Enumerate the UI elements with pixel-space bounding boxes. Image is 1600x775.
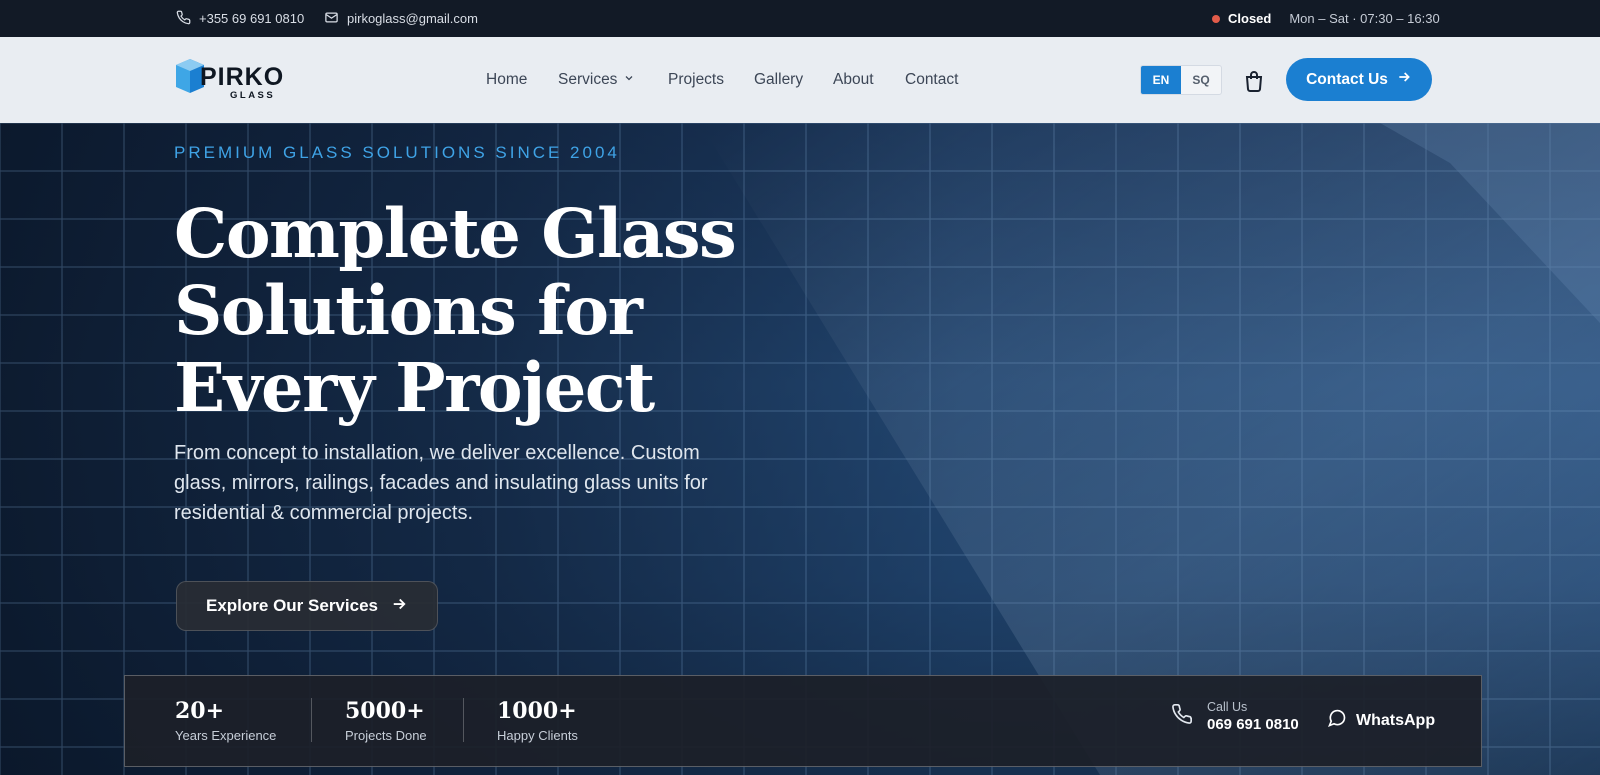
status-dot bbox=[1212, 14, 1220, 23]
whatsapp-icon bbox=[1327, 708, 1347, 733]
explore-services-label: Explore Our Services bbox=[206, 596, 378, 615]
nav-gallery-label: Gallery bbox=[754, 71, 804, 88]
stat-label: Years Experience bbox=[175, 728, 277, 743]
topbar-email-text: pirkoglass@gmail.com bbox=[347, 11, 478, 26]
contact-us-label: Contact Us bbox=[1306, 70, 1388, 88]
language-switcher: EN SQ bbox=[1140, 65, 1222, 95]
top-bar: +355 69 691 0810 pirkoglass@gmail.com Cl… bbox=[0, 0, 1600, 37]
lang-sq-button[interactable]: SQ bbox=[1181, 66, 1221, 94]
topbar-phone-text: +355 69 691 0810 bbox=[199, 11, 305, 26]
phone-icon bbox=[1171, 703, 1193, 730]
hero-title-line-3: Every Project bbox=[174, 348, 655, 427]
stat-value: 5000+ bbox=[345, 698, 425, 724]
stat-projects: 5000+ Projects Done bbox=[345, 698, 427, 743]
nav-services-label: Services bbox=[558, 71, 618, 88]
nav-about[interactable]: About bbox=[833, 71, 874, 89]
nav-home-label: Home bbox=[486, 71, 528, 88]
call-us-number: 069 691 0810 bbox=[1207, 716, 1299, 733]
nav-contact[interactable]: Contact bbox=[905, 71, 958, 89]
stat-experience: 20+ Years Experience bbox=[175, 698, 276, 743]
site-header: PIRKO GLASS Home Services Projects Galle… bbox=[0, 37, 1600, 123]
opening-hours: Mon – Sat · 07:30 – 16:30 bbox=[1289, 11, 1440, 26]
topbar-phone[interactable]: +355 69 691 0810 bbox=[176, 0, 304, 37]
whatsapp-link[interactable]: WhatsApp bbox=[1327, 708, 1435, 733]
chevron-down-icon bbox=[623, 71, 635, 89]
hero-title: Complete Glass Solutions for Every Proje… bbox=[174, 195, 794, 426]
call-us-label: Call Us bbox=[1207, 700, 1248, 714]
stat-value: 20+ bbox=[175, 698, 225, 724]
nav-home[interactable]: Home bbox=[486, 71, 527, 89]
stat-clients: 1000+ Happy Clients bbox=[497, 698, 578, 743]
stats-bar: 20+ Years Experience 5000+ Projects Done… bbox=[124, 675, 1482, 767]
call-us-link[interactable]: Call Us 069 691 0810 bbox=[1171, 700, 1299, 733]
hero-section: PREMIUM GLASS SOLUTIONS SINCE 2004 Compl… bbox=[0, 123, 1600, 775]
phone-icon bbox=[176, 10, 191, 28]
contact-us-button[interactable]: Contact Us bbox=[1286, 58, 1432, 101]
status-text: Closed bbox=[1228, 11, 1272, 26]
hero-eyebrow: PREMIUM GLASS SOLUTIONS SINCE 2004 bbox=[174, 143, 620, 162]
logo-subtitle: GLASS bbox=[230, 90, 275, 101]
nav-services[interactable]: Services bbox=[558, 71, 635, 89]
brand-logo[interactable]: PIRKO GLASS bbox=[174, 57, 309, 101]
arrow-right-icon bbox=[390, 595, 408, 618]
hero-description: From concept to installation, we deliver… bbox=[174, 442, 708, 524]
explore-services-button[interactable]: Explore Our Services bbox=[176, 581, 438, 631]
stat-divider bbox=[463, 698, 464, 742]
logo-wordmark: PIRKO bbox=[200, 63, 284, 91]
nav-contact-label: Contact bbox=[905, 71, 959, 88]
business-status: Closed Mon – Sat · 07:30 – 16:30 bbox=[1212, 0, 1440, 37]
nav-about-label: About bbox=[833, 71, 874, 88]
stat-divider bbox=[311, 698, 312, 742]
lang-en-button[interactable]: EN bbox=[1141, 66, 1181, 94]
arrow-right-icon bbox=[1396, 69, 1412, 90]
mail-icon bbox=[324, 10, 339, 28]
cart-icon[interactable] bbox=[1242, 69, 1266, 93]
hero-title-line-2: Solutions for bbox=[174, 271, 643, 350]
stat-value: 1000+ bbox=[497, 698, 577, 724]
nav-projects[interactable]: Projects bbox=[668, 71, 724, 89]
stat-label: Projects Done bbox=[345, 728, 427, 743]
topbar-email[interactable]: pirkoglass@gmail.com bbox=[324, 0, 478, 37]
nav-gallery[interactable]: Gallery bbox=[754, 71, 803, 89]
nav-projects-label: Projects bbox=[668, 71, 724, 88]
hero-title-line-1: Complete Glass bbox=[174, 194, 737, 273]
stat-label: Happy Clients bbox=[497, 728, 578, 743]
whatsapp-label: WhatsApp bbox=[1356, 711, 1436, 729]
